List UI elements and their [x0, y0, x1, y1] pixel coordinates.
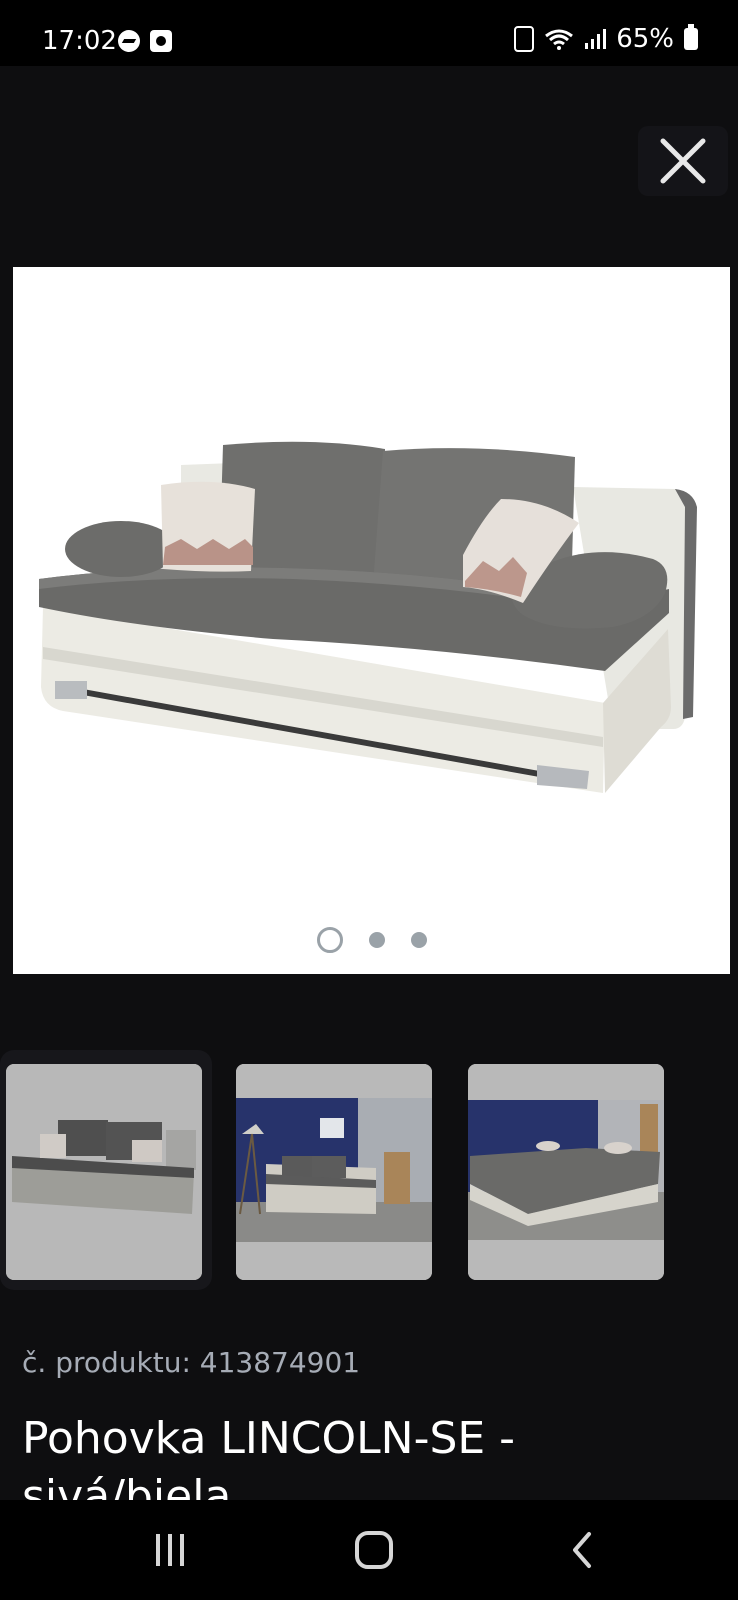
battery-icon: [684, 24, 698, 50]
status-notification-icons: [118, 30, 172, 52]
thumbnail-2[interactable]: [236, 1064, 432, 1280]
battery-saver-icon: [514, 26, 535, 52]
home-button[interactable]: [344, 1528, 404, 1572]
carousel-dot-active[interactable]: [316, 927, 343, 953]
screen-record-icon: [150, 30, 172, 52]
navigation-bar: [0, 1500, 738, 1600]
battery-percent: 65%: [616, 24, 674, 54]
recent-apps-icon: [156, 1534, 184, 1566]
thumbnail-3[interactable]: [468, 1064, 664, 1280]
close-icon: [660, 138, 706, 184]
main-product-image[interactable]: [13, 267, 730, 974]
status-system-icons: 65%: [514, 24, 698, 54]
thumbnail-sofa-image: [6, 1064, 202, 1280]
signal-icon: [584, 28, 607, 50]
thumbnail-room-image: [236, 1064, 432, 1280]
thumbnail-1[interactable]: [6, 1064, 202, 1280]
close-button[interactable]: [638, 126, 728, 196]
back-icon: [573, 1532, 591, 1568]
carousel-dot[interactable]: [368, 932, 385, 948]
recent-apps-button[interactable]: [140, 1528, 200, 1572]
product-number: č. produktu: 413874901: [22, 1346, 361, 1379]
carousel-dot[interactable]: [410, 932, 427, 948]
thumbnail-bed-image: [468, 1064, 664, 1280]
home-icon: [355, 1531, 393, 1569]
wifi-icon: [544, 28, 574, 50]
messenger-icon: [118, 30, 140, 52]
thumbnail-strip: [0, 1050, 738, 1290]
sofa-photo: [39, 441, 697, 793]
back-button[interactable]: [552, 1528, 612, 1572]
carousel-dots: [13, 927, 730, 953]
status-time: 17:02: [42, 26, 117, 56]
